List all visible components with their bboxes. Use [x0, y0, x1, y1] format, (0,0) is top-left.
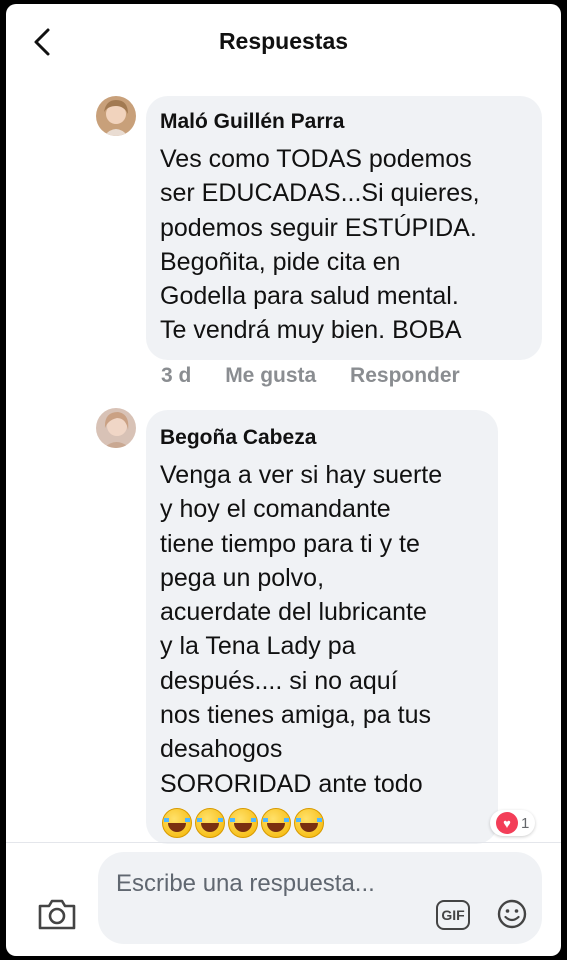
comment-line: Godella para salud mental. — [160, 282, 459, 311]
comment-text: Ves como TODAS podemos ser EDUCADAS...Si… — [160, 142, 480, 348]
comment-line: pega un polvo, — [160, 563, 325, 592]
comment-line: después.... si no aquí — [160, 666, 398, 695]
divider — [6, 842, 561, 843]
page-title: Respuestas — [218, 28, 349, 54]
comment-line: nos tienes amiga, pa tus — [160, 701, 431, 730]
comment-line: acuerdate del lubricante — [160, 598, 427, 627]
like-button[interactable]: Me gusta — [225, 364, 316, 387]
camera-icon — [38, 899, 76, 930]
avatar-begona[interactable] — [96, 408, 136, 448]
avatar-malo[interactable] — [96, 96, 136, 136]
avatar-image — [96, 408, 136, 448]
comment-line: Begoñita, pide cita en — [160, 247, 401, 276]
comment-line: Te vendrá muy bien. BOBA — [160, 316, 462, 345]
reply-composer[interactable]: Escribe una respuesta... GIF — [98, 852, 542, 944]
comment-bubble[interactable]: Begoña Cabeza Venga a ver si hay suerte … — [146, 410, 498, 844]
header: Respuestas — [6, 4, 561, 80]
comment-line: Ves como TODAS podemos — [160, 145, 472, 173]
comment-line: ser EDUCADAS...Si quieres, — [160, 179, 480, 208]
replies-screen: Respuestas Maló Guillén Parra Ves como T… — [6, 4, 561, 956]
emoji-row — [162, 808, 324, 838]
tears-of-joy-emoji-icon — [228, 808, 258, 838]
comment-text: Venga a ver si hay suerte y hoy el coman… — [160, 458, 442, 801]
gif-button[interactable]: GIF — [436, 900, 470, 930]
comment-line: desahogos — [160, 735, 283, 764]
comment-line: tiene tiempo para ti y te — [160, 529, 420, 558]
tears-of-joy-emoji-icon — [195, 808, 225, 838]
heart-icon: ♥ — [496, 812, 518, 834]
comment-bubble[interactable]: Maló Guillén Parra Ves como TODAS podemo… — [146, 96, 542, 360]
comment-line: y hoy el comandante — [160, 495, 391, 524]
tears-of-joy-emoji-icon — [261, 808, 291, 838]
comment-line: Venga a ver si hay suerte — [160, 461, 443, 489]
avatar-image — [96, 96, 136, 136]
reply-button[interactable]: Responder — [350, 364, 460, 387]
emoji-button[interactable] — [496, 898, 528, 930]
comment-actions: 3 d Me gusta Responder — [161, 364, 460, 388]
tears-of-joy-emoji-icon — [162, 808, 192, 838]
reaction-badge[interactable]: ♥ 1 — [490, 810, 536, 836]
tears-of-joy-emoji-icon — [294, 808, 324, 838]
comment-line: podemos seguir ESTÚPIDA. — [160, 213, 477, 242]
comment-line: SORORIDAD ante todo — [160, 769, 423, 798]
comment-author[interactable]: Begoña Cabeza — [160, 426, 316, 450]
smiley-icon — [497, 899, 527, 929]
comment-timestamp: 3 d — [161, 364, 192, 387]
comment-line: y la Tena Lady pa — [160, 632, 356, 661]
camera-button[interactable] — [36, 896, 78, 932]
reply-input-placeholder[interactable]: Escribe una respuesta... — [116, 868, 406, 900]
reaction-count: 1 — [521, 814, 530, 832]
comment-author[interactable]: Maló Guillén Parra — [160, 110, 344, 134]
